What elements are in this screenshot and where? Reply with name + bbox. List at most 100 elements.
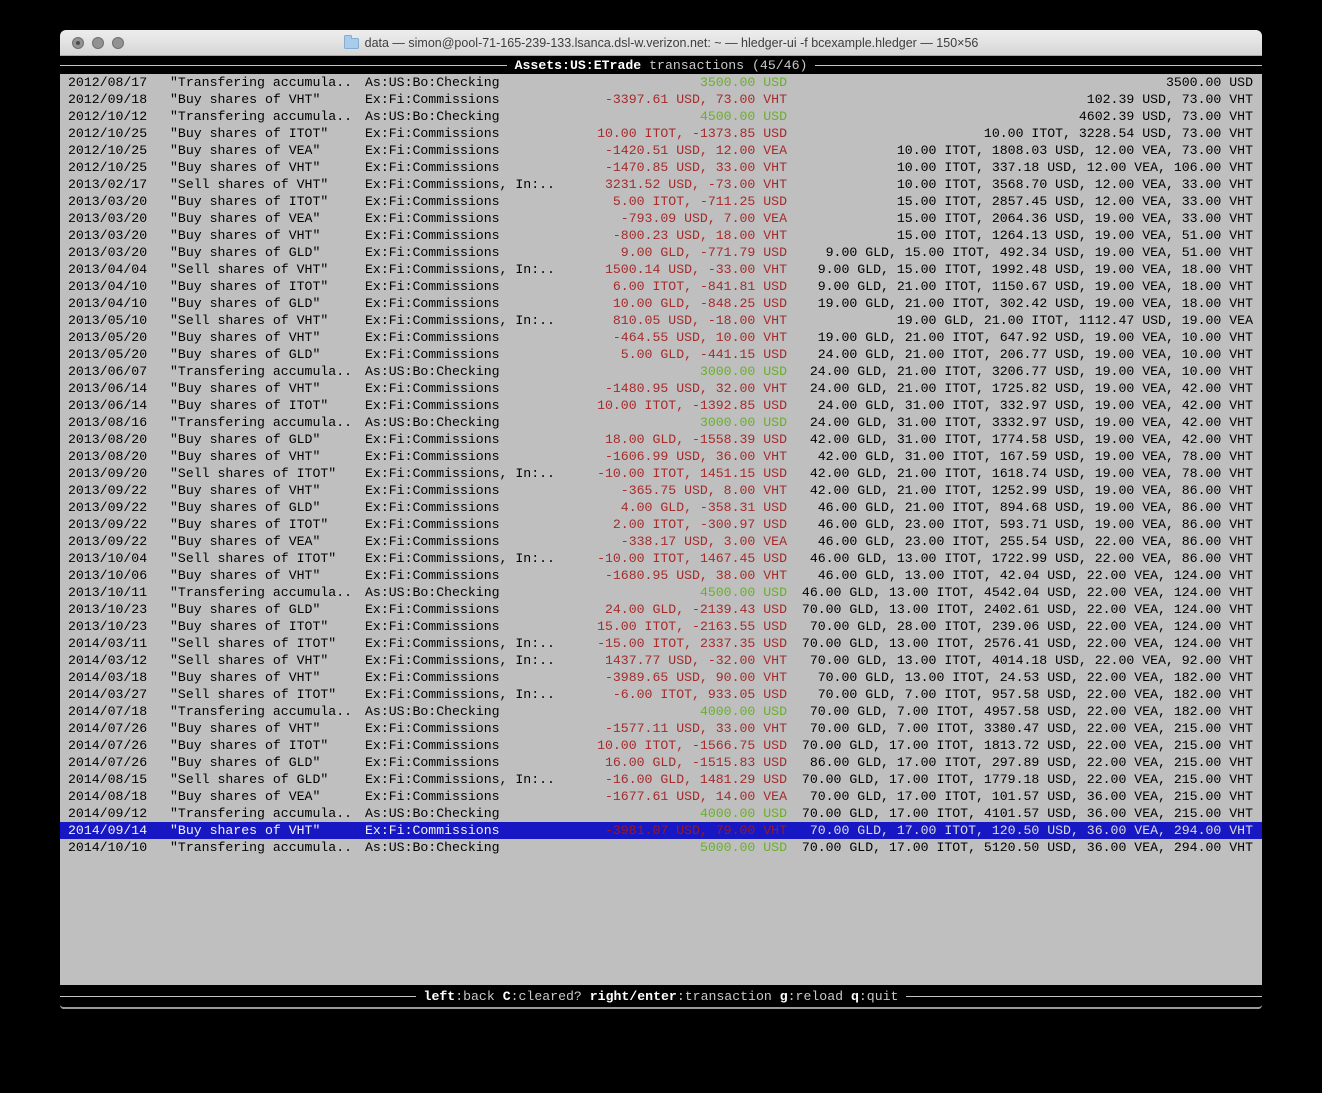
table-row[interactable]: 2012/10/12"Transfering accumula..As:US:B… xyxy=(60,108,1262,125)
table-row[interactable]: 2014/07/26"Buy shares of GLD"Ex:Fi:Commi… xyxy=(60,754,1262,771)
window-titlebar[interactable]: data — simon@pool-71-165-239-133.lsanca.… xyxy=(60,30,1262,56)
txn-amount: 10.00 GLD, -848.25 USD xyxy=(580,295,787,312)
txn-running-balance: 46.00 GLD, 13.00 ITOT, 42.04 USD, 22.00 … xyxy=(787,567,1253,584)
txn-date: 2012/10/25 xyxy=(68,125,170,142)
txn-other-accounts: Ex:Fi:Commissions xyxy=(365,210,580,227)
txn-running-balance: 24.00 GLD, 21.00 ITOT, 206.77 USD, 19.00… xyxy=(787,346,1253,363)
table-row[interactable]: 2013/03/20"Buy shares of GLD"Ex:Fi:Commi… xyxy=(60,244,1262,261)
table-row-selected[interactable]: 2014/09/14"Buy shares of VHT"Ex:Fi:Commi… xyxy=(60,822,1262,839)
txn-amount: -338.17 USD, 3.00 VEA xyxy=(580,533,787,550)
txn-description: "Buy shares of VEA" xyxy=(170,788,365,805)
txn-description: "Sell shares of ITOT" xyxy=(170,686,365,703)
folder-icon xyxy=(344,38,359,49)
table-row[interactable]: 2014/03/11"Sell shares of ITOT"Ex:Fi:Com… xyxy=(60,635,1262,652)
table-row[interactable]: 2014/07/26"Buy shares of ITOT"Ex:Fi:Comm… xyxy=(60,737,1262,754)
table-row[interactable]: 2014/08/18"Buy shares of VEA"Ex:Fi:Commi… xyxy=(60,788,1262,805)
txn-description: "Buy shares of ITOT" xyxy=(170,125,365,142)
txn-description: "Buy shares of GLD" xyxy=(170,499,365,516)
table-row[interactable]: 2013/10/04"Sell shares of ITOT"Ex:Fi:Com… xyxy=(60,550,1262,567)
txn-date: 2013/08/20 xyxy=(68,431,170,448)
table-row[interactable]: 2012/08/17"Transfering accumula..As:US:B… xyxy=(60,74,1262,91)
txn-description: "Buy shares of VHT" xyxy=(170,227,365,244)
txn-amount: -793.09 USD, 7.00 VEA xyxy=(580,210,787,227)
txn-description: "Buy shares of VEA" xyxy=(170,533,365,550)
table-row[interactable]: 2013/10/23"Buy shares of ITOT"Ex:Fi:Comm… xyxy=(60,618,1262,635)
txn-running-balance: 9.00 GLD, 21.00 ITOT, 1150.67 USD, 19.00… xyxy=(787,278,1253,295)
table-row[interactable]: 2013/10/11"Transfering accumula..As:US:B… xyxy=(60,584,1262,601)
table-row[interactable]: 2014/10/10"Transfering accumula..As:US:B… xyxy=(60,839,1262,856)
txn-running-balance: 70.00 GLD, 17.00 ITOT, 1779.18 USD, 22.0… xyxy=(787,771,1253,788)
table-row[interactable]: 2013/04/04"Sell shares of VHT"Ex:Fi:Comm… xyxy=(60,261,1262,278)
table-row[interactable]: 2013/03/20"Buy shares of VEA"Ex:Fi:Commi… xyxy=(60,210,1262,227)
txn-description: "Buy shares of ITOT" xyxy=(170,516,365,533)
table-row[interactable]: 2013/09/20"Sell shares of ITOT"Ex:Fi:Com… xyxy=(60,465,1262,482)
table-row[interactable]: 2013/09/22"Buy shares of VHT"Ex:Fi:Commi… xyxy=(60,482,1262,499)
table-row[interactable]: 2013/02/17"Sell shares of VHT"Ex:Fi:Comm… xyxy=(60,176,1262,193)
txn-description: "Buy shares of VHT" xyxy=(170,329,365,346)
key-hint-desc: :quit xyxy=(859,989,899,1004)
txn-running-balance: 70.00 GLD, 13.00 ITOT, 4014.18 USD, 22.0… xyxy=(787,652,1253,669)
txn-running-balance: 10.00 ITOT, 1808.03 USD, 12.00 VEA, 73.0… xyxy=(787,142,1253,159)
txn-amount: 15.00 ITOT, -2163.55 USD xyxy=(580,618,787,635)
txn-amount: -3397.61 USD, 73.00 VHT xyxy=(580,91,787,108)
table-row[interactable]: 2013/05/10"Sell shares of VHT"Ex:Fi:Comm… xyxy=(60,312,1262,329)
txn-running-balance: 46.00 GLD, 23.00 ITOT, 255.54 USD, 22.00… xyxy=(787,533,1253,550)
table-row[interactable]: 2014/08/15"Sell shares of GLD"Ex:Fi:Comm… xyxy=(60,771,1262,788)
table-row[interactable]: 2013/10/06"Buy shares of VHT"Ex:Fi:Commi… xyxy=(60,567,1262,584)
table-row[interactable]: 2014/03/12"Sell shares of VHT"Ex:Fi:Comm… xyxy=(60,652,1262,669)
table-row[interactable]: 2013/04/10"Buy shares of GLD"Ex:Fi:Commi… xyxy=(60,295,1262,312)
table-row[interactable]: 2014/07/18"Transfering accumula..As:US:B… xyxy=(60,703,1262,720)
txn-running-balance: 70.00 GLD, 7.00 ITOT, 3380.47 USD, 22.00… xyxy=(787,720,1253,737)
table-row[interactable]: 2013/03/20"Buy shares of ITOT"Ex:Fi:Comm… xyxy=(60,193,1262,210)
txn-description: "Buy shares of VEA" xyxy=(170,210,365,227)
txn-running-balance: 70.00 GLD, 17.00 ITOT, 101.57 USD, 36.00… xyxy=(787,788,1253,805)
transactions-list: 2012/08/17"Transfering accumula..As:US:B… xyxy=(60,74,1262,985)
txn-amount: 6.00 ITOT, -841.81 USD xyxy=(580,278,787,295)
table-row[interactable]: 2014/03/27"Sell shares of ITOT"Ex:Fi:Com… xyxy=(60,686,1262,703)
table-row[interactable]: 2013/05/20"Buy shares of GLD"Ex:Fi:Commi… xyxy=(60,346,1262,363)
txn-amount: 2.00 ITOT, -300.97 USD xyxy=(580,516,787,533)
table-row[interactable]: 2013/09/22"Buy shares of ITOT"Ex:Fi:Comm… xyxy=(60,516,1262,533)
txn-description: "Buy shares of VHT" xyxy=(170,567,365,584)
table-row[interactable]: 2013/08/16"Transfering accumula..As:US:B… xyxy=(60,414,1262,431)
screen-header-bar: Assets:US:ETrade transactions (45/46) xyxy=(60,56,1262,74)
txn-other-accounts: Ex:Fi:Commissions xyxy=(365,737,580,754)
txn-amount: 4000.00 USD xyxy=(580,805,787,822)
table-row[interactable]: 2012/10/25"Buy shares of VHT"Ex:Fi:Commi… xyxy=(60,159,1262,176)
table-row[interactable]: 2013/06/14"Buy shares of ITOT"Ex:Fi:Comm… xyxy=(60,397,1262,414)
txn-other-accounts: Ex:Fi:Commissions xyxy=(365,142,580,159)
txn-description: "Buy shares of VHT" xyxy=(170,822,365,839)
txn-date: 2013/10/23 xyxy=(68,618,170,635)
txn-description: "Buy shares of VHT" xyxy=(170,720,365,737)
table-row[interactable]: 2013/08/20"Buy shares of VHT"Ex:Fi:Commi… xyxy=(60,448,1262,465)
txn-date: 2014/09/14 xyxy=(68,822,170,839)
table-row[interactable]: 2013/06/14"Buy shares of VHT"Ex:Fi:Commi… xyxy=(60,380,1262,397)
txn-running-balance: 10.00 ITOT, 337.18 USD, 12.00 VEA, 106.0… xyxy=(787,159,1253,176)
txn-date: 2014/03/18 xyxy=(68,669,170,686)
table-row[interactable]: 2014/09/12"Transfering accumula..As:US:B… xyxy=(60,805,1262,822)
table-row[interactable]: 2012/10/25"Buy shares of ITOT"Ex:Fi:Comm… xyxy=(60,125,1262,142)
table-row[interactable]: 2013/03/20"Buy shares of VHT"Ex:Fi:Commi… xyxy=(60,227,1262,244)
table-row[interactable]: 2012/10/25"Buy shares of VEA"Ex:Fi:Commi… xyxy=(60,142,1262,159)
terminal-window: data — simon@pool-71-165-239-133.lsanca.… xyxy=(60,30,1262,1010)
txn-description: "Buy shares of VHT" xyxy=(170,669,365,686)
txn-other-accounts: Ex:Fi:Commissions xyxy=(365,720,580,737)
window-title-text: data — simon@pool-71-165-239-133.lsanca.… xyxy=(365,36,979,50)
table-row[interactable]: 2013/09/22"Buy shares of GLD"Ex:Fi:Commi… xyxy=(60,499,1262,516)
table-row[interactable]: 2013/06/07"Transfering accumula..As:US:B… xyxy=(60,363,1262,380)
txn-amount: 3500.00 USD xyxy=(580,74,787,91)
key-help-items: left:back C:cleared? right/enter:transac… xyxy=(416,989,907,1004)
txn-description: "Transfering accumula.. xyxy=(170,108,365,125)
table-row[interactable]: 2013/09/22"Buy shares of VEA"Ex:Fi:Commi… xyxy=(60,533,1262,550)
table-row[interactable]: 2014/03/18"Buy shares of VHT"Ex:Fi:Commi… xyxy=(60,669,1262,686)
txn-other-accounts: Ex:Fi:Commissions xyxy=(365,533,580,550)
table-row[interactable]: 2013/05/20"Buy shares of VHT"Ex:Fi:Commi… xyxy=(60,329,1262,346)
table-row[interactable]: 2014/07/26"Buy shares of VHT"Ex:Fi:Commi… xyxy=(60,720,1262,737)
txn-description: "Sell shares of VHT" xyxy=(170,652,365,669)
txn-other-accounts: Ex:Fi:Commissions xyxy=(365,754,580,771)
table-row[interactable]: 2013/08/20"Buy shares of GLD"Ex:Fi:Commi… xyxy=(60,431,1262,448)
txn-amount: 5.00 GLD, -441.15 USD xyxy=(580,346,787,363)
table-row[interactable]: 2013/10/23"Buy shares of GLD"Ex:Fi:Commi… xyxy=(60,601,1262,618)
table-row[interactable]: 2012/09/18"Buy shares of VHT"Ex:Fi:Commi… xyxy=(60,91,1262,108)
table-row[interactable]: 2013/04/10"Buy shares of ITOT"Ex:Fi:Comm… xyxy=(60,278,1262,295)
